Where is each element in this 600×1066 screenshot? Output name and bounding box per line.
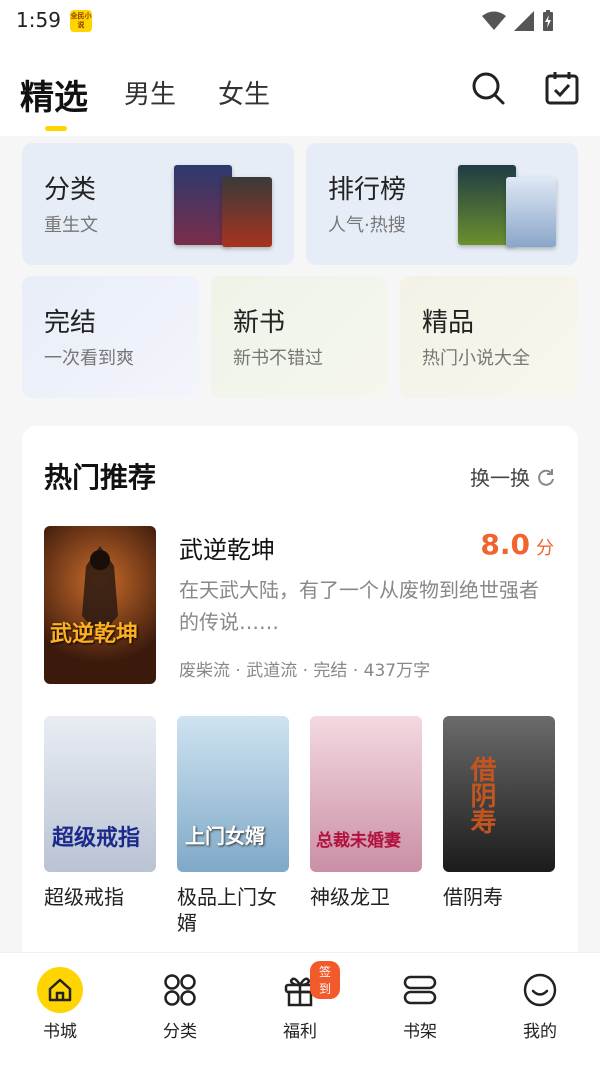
status-icons <box>482 10 554 32</box>
bottom-nav-bookstore[interactable]: 书城 <box>20 967 100 1042</box>
app-notification-icon: 全民小说 <box>70 10 92 32</box>
tile-premium[interactable]: 精品 热门小说大全 <box>400 276 578 398</box>
featured-book-cover[interactable]: 武逆乾坤 <box>44 526 156 684</box>
checkin-badge: 签到 <box>310 961 340 999</box>
calendar-checkin-icon[interactable] <box>544 70 580 106</box>
tile-category-sub: 重生文 <box>44 215 98 236</box>
score-value: 8.0 <box>480 528 530 561</box>
tile-ranking-title: 排行榜 <box>328 175 407 205</box>
hot-recommendations-card: 热门推荐 换一换 武逆乾坤 武逆乾坤 8.0 分 在天武大陆，有了一个从废物到绝世… <box>22 426 578 966</box>
status-time: 1:59 <box>16 8 61 32</box>
featured-book-description: 在天武大陆，有了一个从废物到绝世强者的传说…… <box>179 578 539 634</box>
tab-indicator <box>45 126 67 131</box>
battery-icon <box>543 10 553 31</box>
score-unit: 分 <box>536 538 554 559</box>
app-badge-label: 全民小说 <box>70 12 92 29</box>
book-cover-text: 总裁未婚妻 <box>316 831 401 851</box>
tile-category[interactable]: 分类 重生文 <box>22 143 294 265</box>
bottom-nav-label: 书架 <box>403 1022 437 1042</box>
refresh-icon <box>538 468 554 486</box>
featured-book-score: 8.0 分 <box>480 528 554 561</box>
wifi-icon <box>482 11 506 30</box>
tile-finished-sub: 一次看到爽 <box>44 348 134 369</box>
tab-male[interactable]: 男生 <box>124 74 176 111</box>
tile-ranking[interactable]: 排行榜 人气·热搜 <box>306 143 578 265</box>
book-cover: 总裁未婚妻 <box>310 716 422 872</box>
tile-newbook[interactable]: 新书 新书不错过 <box>211 276 388 398</box>
tab-featured[interactable]: 精选 <box>20 70 88 119</box>
book-cover: 超级戒指 <box>44 716 156 872</box>
tile-category-title: 分类 <box>44 175 97 205</box>
book-title: 极品上门女婿 <box>177 885 277 935</box>
refresh-button[interactable]: 换一换 <box>470 462 556 491</box>
book-title: 神级龙卫 <box>310 885 390 909</box>
book-item[interactable]: 总裁未婚妻 神级龙卫 <box>310 716 422 910</box>
mini-cover-image <box>222 177 272 247</box>
bottom-nav-label: 分类 <box>163 1022 197 1042</box>
book-item[interactable]: 超级戒指 超级戒指 <box>44 716 156 910</box>
tile-ranking-sub: 人气·热搜 <box>328 215 406 236</box>
search-icon[interactable] <box>470 70 506 106</box>
status-bar: 1:59 全民小说 <box>0 0 600 40</box>
book-cover: 上门女婿 <box>177 716 289 872</box>
bottom-nav-welfare[interactable]: 签到 福利 <box>260 961 340 1042</box>
signal-icon <box>514 11 534 31</box>
tile-premium-title: 精品 <box>422 308 475 338</box>
featured-book-title[interactable]: 武逆乾坤 <box>179 530 275 565</box>
book-cover: 借阴寿 <box>443 716 555 872</box>
tile-newbook-sub: 新书不错过 <box>233 348 323 369</box>
refresh-label: 换一换 <box>470 466 530 490</box>
bottom-nav-profile[interactable]: 我的 <box>500 967 580 1042</box>
tile-finished-title: 完结 <box>44 308 97 338</box>
bottom-nav-bookshelf[interactable]: 书架 <box>380 967 460 1042</box>
tile-premium-sub: 热门小说大全 <box>422 348 530 369</box>
featured-cover-text: 武逆乾坤 <box>50 622 139 647</box>
book-cover-text: 借阴寿 <box>466 756 496 834</box>
book-cover-text: 超级戒指 <box>52 826 141 851</box>
book-item[interactable]: 借阴寿 借阴寿 <box>443 716 555 910</box>
book-title: 超级戒指 <box>44 885 124 909</box>
tile-finished[interactable]: 完结 一次看到爽 <box>22 276 199 398</box>
smile-icon <box>517 967 563 1013</box>
bookshelf-icon <box>397 967 443 1013</box>
tile-newbook-title: 新书 <box>233 308 286 338</box>
book-cover-text: 上门女婿 <box>185 824 265 848</box>
grid-icon <box>157 967 203 1013</box>
bottom-nav-label: 福利 <box>283 1022 317 1042</box>
section-title: 热门推荐 <box>44 461 157 494</box>
warrior-figure-icon <box>82 546 118 636</box>
book-item[interactable]: 上门女婿 极品上门女婿 <box>177 716 289 936</box>
top-nav: 精选 男生 女生 <box>0 40 600 136</box>
bottom-nav-label: 书城 <box>43 1022 77 1042</box>
bottom-nav: 书城 分类 签到 福利 书架 我的 <box>0 952 600 1066</box>
bottom-nav-category[interactable]: 分类 <box>140 967 220 1042</box>
home-icon <box>37 967 83 1013</box>
featured-book-tags: 废柴流 · 武道流 · 完结 · 437万字 <box>179 661 431 681</box>
bottom-nav-label: 我的 <box>523 1022 557 1042</box>
book-title: 借阴寿 <box>443 885 503 909</box>
tab-female[interactable]: 女生 <box>218 74 270 111</box>
mini-cover-image <box>506 177 556 247</box>
